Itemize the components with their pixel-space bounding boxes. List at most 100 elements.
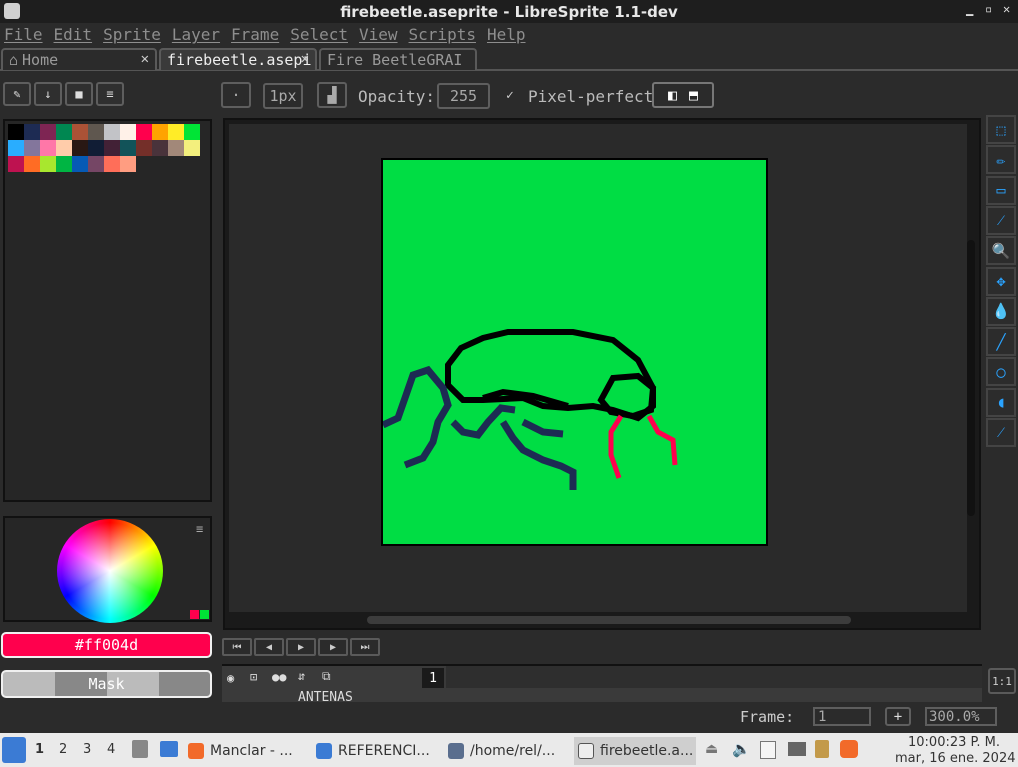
start-menu-icon[interactable] bbox=[2, 737, 26, 763]
menu-help[interactable]: Help bbox=[483, 25, 530, 44]
opacity-field[interactable]: 255 bbox=[437, 83, 490, 109]
palette-swatch[interactable] bbox=[72, 124, 88, 140]
first-frame-button[interactable]: ⏮ bbox=[222, 638, 252, 656]
palette-swatch[interactable] bbox=[56, 124, 72, 140]
menu-select[interactable]: Select bbox=[286, 25, 352, 44]
network-icon[interactable] bbox=[788, 742, 806, 756]
palette-swatch[interactable] bbox=[88, 140, 104, 156]
palette-swatch[interactable] bbox=[56, 156, 72, 172]
zoom-tool-button[interactable]: 🔍 bbox=[986, 236, 1016, 266]
palette-swatch[interactable] bbox=[88, 156, 104, 172]
palette-swatch[interactable] bbox=[104, 156, 120, 172]
ellipse-tool-button[interactable]: ◯ bbox=[986, 357, 1016, 387]
line-tool-button[interactable]: ╱ bbox=[986, 327, 1016, 357]
blur-tool-button[interactable]: ◖ bbox=[986, 387, 1016, 417]
palette-swatch[interactable] bbox=[8, 140, 24, 156]
close-tab-icon[interactable]: ✕ bbox=[141, 51, 149, 67]
palette-presets-button[interactable]: ■ bbox=[65, 82, 93, 106]
lock-icon[interactable]: ⊡ bbox=[250, 670, 257, 684]
palette-swatch[interactable] bbox=[24, 140, 40, 156]
menu-file[interactable]: File bbox=[0, 25, 47, 44]
brush-type-button[interactable]: · bbox=[221, 82, 251, 108]
palette-swatch[interactable] bbox=[152, 140, 168, 156]
palette-swatch[interactable] bbox=[184, 124, 200, 140]
maximize-icon[interactable]: ▫ bbox=[985, 2, 992, 16]
reset-zoom-button[interactable]: 1:1 bbox=[988, 668, 1016, 694]
layer-link-icon[interactable]: ⇵ bbox=[298, 669, 305, 683]
menu-view[interactable]: View bbox=[355, 25, 402, 44]
task-folder[interactable]: REFERENCI... bbox=[316, 737, 440, 765]
file-manager-launcher-icon[interactable] bbox=[132, 740, 148, 758]
palette-swatch[interactable] bbox=[136, 140, 152, 156]
palette-sort-button[interactable]: ↓ bbox=[34, 82, 62, 106]
task-brave[interactable]: Manclar - ... bbox=[188, 737, 306, 765]
workspace-2[interactable]: 2 bbox=[59, 742, 67, 757]
task-terminal[interactable]: /home/rel/... bbox=[448, 737, 566, 765]
vertical-scrollbar[interactable] bbox=[967, 240, 975, 516]
menu-sprite[interactable]: Sprite bbox=[99, 25, 165, 44]
wheel-options-icon[interactable]: ≡ bbox=[196, 522, 203, 536]
tab-home[interactable]: ⌂ Home ✕ bbox=[1, 48, 157, 70]
palette-swatch[interactable] bbox=[152, 124, 168, 140]
pencil-tool-button[interactable]: ✏ bbox=[986, 145, 1016, 175]
palette-options-button[interactable]: ≡ bbox=[96, 82, 124, 106]
palette-swatch[interactable] bbox=[120, 124, 136, 140]
play-button[interactable]: ▶ bbox=[286, 638, 316, 656]
sprite-canvas[interactable] bbox=[381, 158, 768, 546]
palette-swatch[interactable] bbox=[168, 124, 184, 140]
palette-swatch[interactable] bbox=[24, 124, 40, 140]
palette-swatch[interactable] bbox=[184, 140, 200, 156]
eraser-tool-button[interactable]: ▭ bbox=[986, 175, 1016, 205]
mask-color-button[interactable]: Mask bbox=[1, 670, 212, 698]
rectangle-marquee-tool-button[interactable]: ⬚ bbox=[986, 115, 1016, 144]
next-frame-button[interactable]: ▶ bbox=[318, 638, 348, 656]
palette-swatch[interactable] bbox=[104, 124, 120, 140]
tab-firebeetle[interactable]: firebeetle.asepi ✕ bbox=[159, 48, 317, 70]
symmetry-vertical-icon[interactable]: ◧ bbox=[668, 86, 677, 104]
workspace-1[interactable]: 1 bbox=[35, 742, 44, 757]
palette-swatch[interactable] bbox=[104, 140, 120, 156]
palette-swatch[interactable] bbox=[8, 156, 24, 172]
color-wheel[interactable] bbox=[57, 519, 163, 623]
close-window-icon[interactable]: ✕ bbox=[1003, 2, 1010, 16]
tab-fire-beetle-grai[interactable]: Fire BeetleGRAI bbox=[319, 48, 477, 70]
menu-layer[interactable]: Layer bbox=[168, 25, 224, 44]
horizontal-scrollbar[interactable] bbox=[367, 616, 851, 624]
palette-swatch[interactable] bbox=[72, 140, 88, 156]
palette-swatch[interactable] bbox=[24, 156, 40, 172]
add-frame-button[interactable]: + bbox=[885, 707, 911, 726]
visibility-icon[interactable]: ◉ bbox=[227, 671, 234, 685]
task-libresprite[interactable]: firebeetle.a... bbox=[574, 737, 696, 765]
foreground-color-button[interactable]: #ff004d bbox=[1, 632, 212, 658]
symmetry-horizontal-icon[interactable]: ⬒ bbox=[689, 86, 698, 104]
move-tool-button[interactable]: ✥ bbox=[986, 266, 1016, 296]
paint-bucket-tool-button[interactable]: 💧 bbox=[986, 296, 1016, 326]
palette-swatch[interactable] bbox=[168, 140, 184, 156]
palette-swatch[interactable] bbox=[120, 156, 136, 172]
brush-size-field[interactable]: 1px bbox=[263, 83, 303, 109]
continuous-icon[interactable]: ●● bbox=[272, 670, 286, 684]
palette-swatch[interactable] bbox=[56, 140, 72, 156]
pixel-perfect-checkbox[interactable]: ✓ bbox=[506, 88, 514, 103]
palette-swatch[interactable] bbox=[136, 124, 152, 140]
close-tab-icon[interactable]: ✕ bbox=[301, 51, 309, 67]
menu-edit[interactable]: Edit bbox=[50, 25, 97, 44]
eject-icon[interactable]: ⏏ bbox=[705, 741, 718, 757]
palette-swatch[interactable] bbox=[88, 124, 104, 140]
zoom-field[interactable]: 300.0% bbox=[925, 707, 997, 726]
volume-icon[interactable]: 🔈 bbox=[732, 740, 751, 758]
menu-scripts[interactable]: Scripts bbox=[405, 25, 480, 44]
palette-swatch[interactable] bbox=[40, 140, 56, 156]
eyedropper-tool-button[interactable]: ⁄ bbox=[986, 205, 1016, 235]
workspace-4[interactable]: 4 bbox=[107, 742, 115, 757]
clipboard-icon[interactable] bbox=[760, 741, 776, 759]
palette-swatch[interactable] bbox=[8, 124, 24, 140]
onion-skin-icon[interactable]: ⧉ bbox=[322, 669, 331, 684]
workspace-3[interactable]: 3 bbox=[83, 742, 91, 757]
user-icon[interactable] bbox=[815, 740, 829, 758]
brush-angle-button[interactable]: ▟ bbox=[317, 82, 347, 108]
frame-field[interactable]: 1 bbox=[813, 707, 871, 726]
palette-swatch[interactable] bbox=[40, 124, 56, 140]
frame-number-header[interactable]: 1 bbox=[422, 668, 444, 688]
palette-swatch[interactable] bbox=[120, 140, 136, 156]
